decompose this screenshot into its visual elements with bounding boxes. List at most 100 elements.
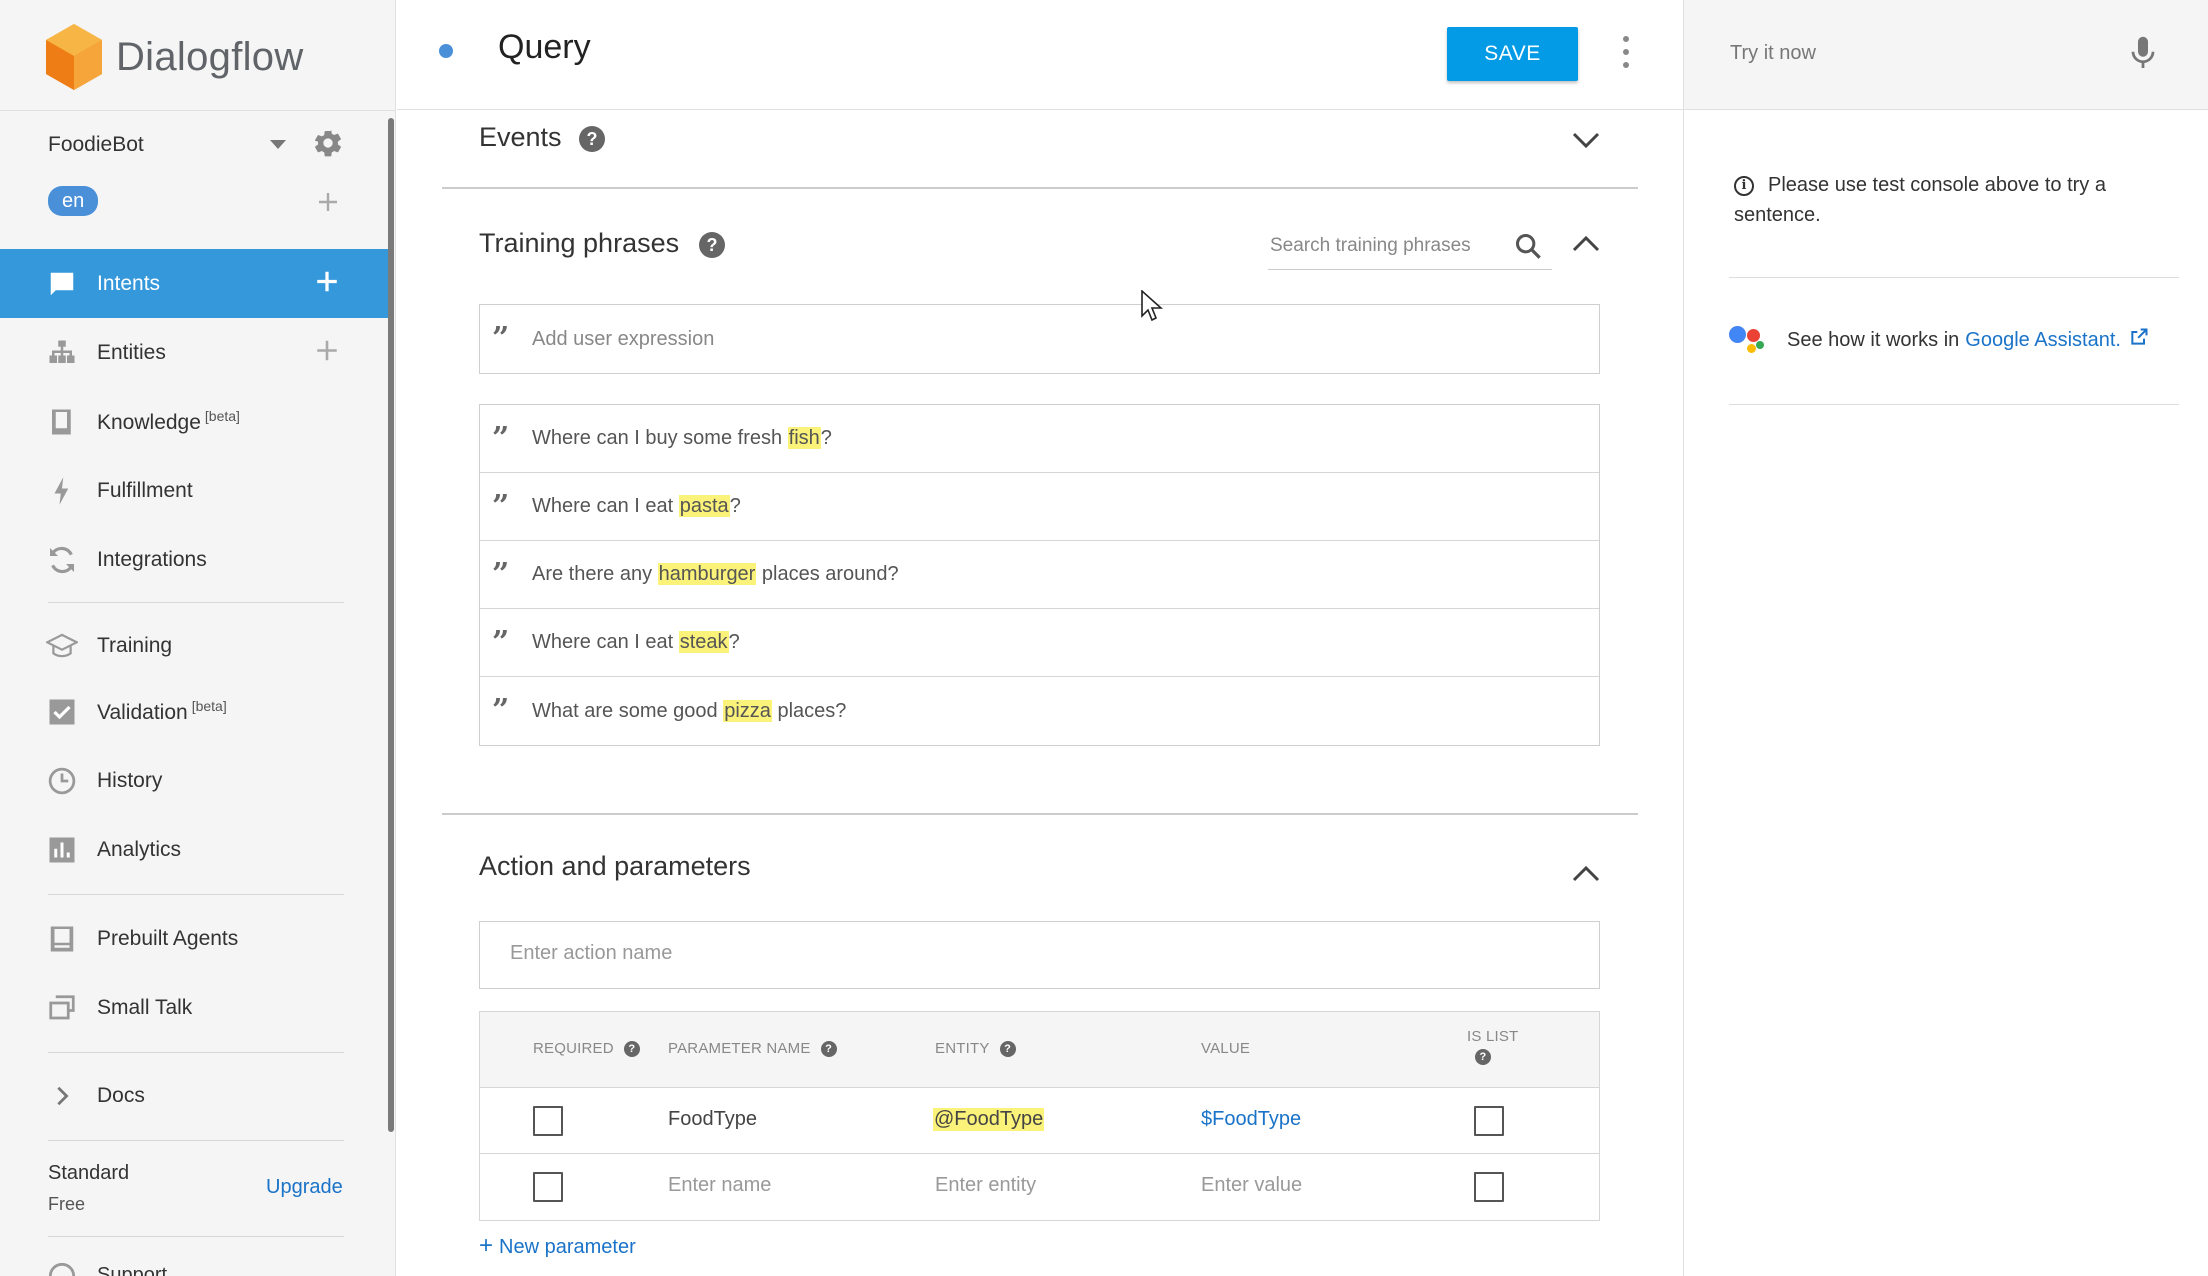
action-name-input[interactable] xyxy=(479,921,1600,989)
training-phrase-row[interactable]: ” Where can I buy some fresh fish? xyxy=(480,405,1599,473)
upgrade-link[interactable]: Upgrade xyxy=(266,1176,343,1199)
entity-annotation[interactable]: steak xyxy=(678,631,729,653)
parameter-row-empty: Enter name Enter entity Enter value xyxy=(480,1154,1599,1220)
sidebar-item-small-talk[interactable]: Small Talk xyxy=(0,973,388,1042)
sidebar-item-fulfillment[interactable]: Fulfillment xyxy=(0,456,388,525)
events-help-icon[interactable]: ? xyxy=(579,126,605,152)
graduation-cap-icon xyxy=(46,630,78,662)
sidebar-item-label: Docs xyxy=(97,1083,145,1107)
parameter-entity-input[interactable]: Enter entity xyxy=(935,1174,1036,1197)
add-entity-icon[interactable] xyxy=(314,337,340,368)
try-it-input[interactable] xyxy=(1730,36,2110,70)
training-phrase-text[interactable]: Are there any hamburger places around? xyxy=(532,563,899,586)
google-assistant-link[interactable]: Google Assistant. xyxy=(1965,329,2121,352)
training-phrase-row[interactable]: ” Are there any hamburger places around? xyxy=(480,541,1599,609)
sidebar: Dialogflow FoodieBot en Intents Entities xyxy=(0,0,396,1276)
sidebar-item-label: Analytics xyxy=(97,837,182,861)
training-phrase-row[interactable]: ” Where can I eat pasta? xyxy=(480,473,1599,541)
save-button[interactable]: SAVE xyxy=(1447,27,1578,81)
sidebar-item-entities[interactable]: Entities xyxy=(0,318,388,387)
sidebar-item-intents[interactable]: Intents xyxy=(0,249,388,318)
parameter-entity[interactable]: @FoodType xyxy=(933,1108,1045,1131)
sidebar-item-history[interactable]: History xyxy=(0,746,388,815)
chevron-right-icon xyxy=(46,1080,78,1112)
language-badge[interactable]: en xyxy=(48,186,99,216)
is-list-checkbox[interactable] xyxy=(1474,1106,1504,1136)
required-checkbox[interactable] xyxy=(533,1106,563,1136)
training-phrase-text[interactable]: Where can I eat steak? xyxy=(532,631,740,654)
is-list-checkbox[interactable] xyxy=(1474,1172,1504,1202)
sidebar-item-label: Validation [beta] xyxy=(97,698,227,724)
parameter-value[interactable]: $FoodType xyxy=(1201,1108,1301,1131)
microphone-icon[interactable] xyxy=(2128,34,2158,77)
action-parameters-title[interactable]: Action and parameters xyxy=(479,851,751,882)
search-icon[interactable] xyxy=(1514,232,1542,265)
sidebar-item-label: Training xyxy=(97,633,173,657)
add-expression-input[interactable] xyxy=(532,327,1532,351)
entity-annotation[interactable]: pizza xyxy=(723,699,772,722)
column-is-list: IS LIST? xyxy=(1467,1028,1519,1065)
training-help-icon[interactable]: ? xyxy=(699,232,725,258)
new-parameter-link[interactable]: + New parameter xyxy=(479,1232,636,1260)
help-icon[interactable]: ? xyxy=(820,1040,837,1057)
entity-annotation[interactable]: hamburger xyxy=(657,563,757,585)
training-phrase-text[interactable]: What are some good pizza places? xyxy=(532,699,846,723)
quote-icon: ” xyxy=(492,321,510,356)
help-icon[interactable]: ? xyxy=(999,1040,1016,1057)
beta-badge: [beta] xyxy=(204,408,240,424)
logo[interactable]: Dialogflow xyxy=(46,22,304,92)
sidebar-item-integrations[interactable]: Integrations xyxy=(0,525,388,594)
more-vert-icon[interactable] xyxy=(1619,36,1633,68)
sidebar-item-docs[interactable]: Docs xyxy=(0,1061,388,1130)
parameter-name[interactable]: FoodType xyxy=(668,1108,757,1131)
training-phrase-list: ” Where can I buy some fresh fish? ” Whe… xyxy=(479,404,1600,746)
chevron-up-icon[interactable] xyxy=(1572,865,1600,888)
quote-icon: ” xyxy=(492,556,510,592)
intent-title[interactable]: Query xyxy=(498,28,591,67)
column-entity: ENTITY? xyxy=(935,1040,1016,1057)
google-assistant-row: See how it works in Google Assistant. xyxy=(1729,323,2189,357)
quote-icon: ” xyxy=(492,624,510,660)
parameter-value-input[interactable]: Enter value xyxy=(1201,1174,1302,1197)
help-icon[interactable]: ? xyxy=(1475,1049,1491,1065)
training-phrase-row[interactable]: ” Where can I eat steak? xyxy=(480,609,1599,677)
entity-annotation[interactable]: fish xyxy=(787,427,821,449)
help-icon[interactable]: ? xyxy=(623,1040,640,1057)
chevron-down-icon[interactable] xyxy=(1572,131,1600,154)
sidebar-item-training[interactable]: Training xyxy=(0,611,388,680)
chevron-up-icon[interactable] xyxy=(1572,235,1600,258)
sidebar-item-analytics[interactable]: Analytics xyxy=(0,815,388,884)
intent-editor: Events ? Training phrases ? ” ” Where ca… xyxy=(397,111,1683,1276)
sidebar-item-label: Integrations xyxy=(97,547,207,571)
sidebar-item-knowledge[interactable]: Knowledge [beta] xyxy=(0,387,388,456)
add-intent-icon[interactable] xyxy=(314,268,340,299)
training-phrase-text[interactable]: Where can I eat pasta? xyxy=(532,495,741,518)
divider xyxy=(48,894,344,895)
required-checkbox[interactable] xyxy=(533,1172,563,1202)
parameter-row: FoodType @FoodType $FoodType xyxy=(480,1088,1599,1154)
sidebar-item-validation[interactable]: Validation [beta] xyxy=(0,677,388,746)
training-phrases-title[interactable]: Training phrases xyxy=(479,228,679,259)
google-assistant-icon xyxy=(1729,323,1765,357)
plan-name: Standard xyxy=(48,1162,130,1184)
external-link-icon[interactable] xyxy=(2129,327,2149,353)
sidebar-item-label: Fulfillment xyxy=(97,478,193,502)
add-language-icon[interactable] xyxy=(316,190,340,219)
support-icon xyxy=(48,1262,76,1276)
training-search-input[interactable] xyxy=(1268,228,1498,264)
training-phrase-row[interactable]: ” What are some good pizza places? xyxy=(480,677,1599,745)
gear-icon[interactable] xyxy=(312,127,344,164)
caret-down-icon[interactable] xyxy=(270,140,286,149)
test-console: iPlease use test console above to try a … xyxy=(1683,0,2208,1276)
console-info-text: Please use test console above to try a s… xyxy=(1734,174,2106,226)
quote-icon: ” xyxy=(492,693,510,728)
sidebar-scrollbar[interactable] xyxy=(388,118,394,1132)
training-phrase-text[interactable]: Where can I buy some fresh fish? xyxy=(532,427,832,450)
agent-selector[interactable]: FoodieBot xyxy=(48,130,348,160)
parameter-name-input[interactable]: Enter name xyxy=(668,1174,771,1197)
parameters-header: REQUIRED? PARAMETER NAME? ENTITY? VALUE … xyxy=(480,1012,1599,1088)
sidebar-item-prebuilt-agents[interactable]: Prebuilt Agents xyxy=(0,904,388,973)
divider xyxy=(1729,404,2179,405)
entity-annotation[interactable]: pasta xyxy=(678,495,730,517)
events-title[interactable]: Events xyxy=(479,122,562,153)
